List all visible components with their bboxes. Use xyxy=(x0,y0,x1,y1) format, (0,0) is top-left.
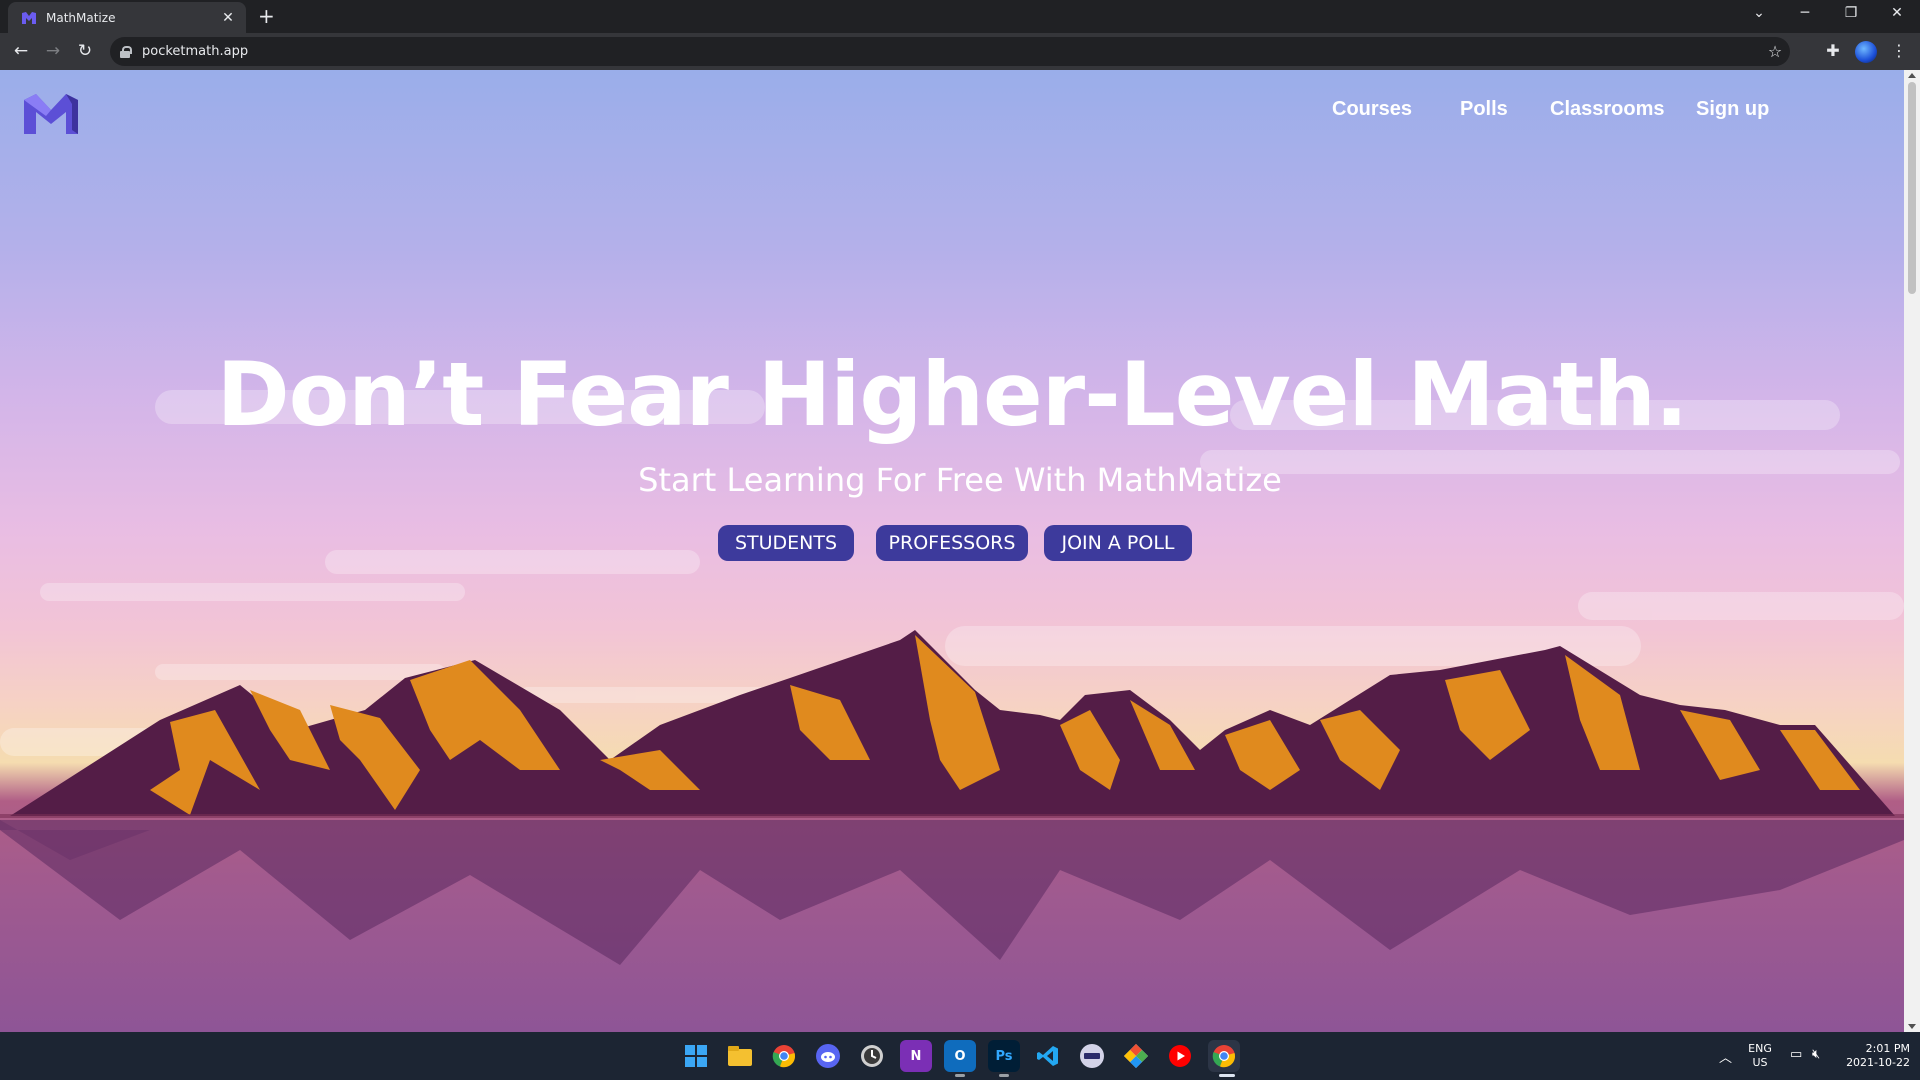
nav-courses-link[interactable]: Courses xyxy=(1332,96,1412,122)
chrome-active-indicator xyxy=(1219,1074,1235,1077)
nav-polls-link[interactable]: Polls xyxy=(1460,96,1508,122)
network-icon[interactable]: ▭ xyxy=(1790,1047,1802,1062)
system-clock[interactable]: 2:01 PM 2021-10-22 xyxy=(1840,1042,1910,1070)
vscode-icon[interactable] xyxy=(1032,1040,1064,1072)
photoshop-icon[interactable]: Ps xyxy=(988,1040,1020,1072)
students-button[interactable]: STUDENTS xyxy=(718,525,854,561)
clock-time: 2:01 PM xyxy=(1865,1042,1910,1055)
hero-title: Don’t Fear Higher-Level Math. xyxy=(216,343,1689,446)
browser-tab[interactable]: MathMatize ✕ xyxy=(8,2,246,33)
new-tab-button[interactable]: + xyxy=(258,6,275,26)
page-scrollbar[interactable] xyxy=(1904,70,1920,1032)
site-nav: Courses Polls Classrooms Sign up xyxy=(0,96,1904,126)
file-explorer-icon[interactable] xyxy=(724,1040,756,1072)
chrome-icon[interactable] xyxy=(768,1040,800,1072)
region-label: US xyxy=(1752,1056,1768,1069)
forward-icon[interactable]: → xyxy=(42,41,64,61)
start-menu-icon[interactable] xyxy=(680,1040,712,1072)
git-app-icon[interactable] xyxy=(1120,1040,1152,1072)
discord-icon[interactable] xyxy=(812,1040,844,1072)
tab-title: MathMatize xyxy=(46,10,116,25)
url-text[interactable]: pocketmath.app xyxy=(142,44,1760,59)
volume-muted-icon[interactable]: 🔇︎ xyxy=(1812,1047,1820,1062)
clock-app-icon[interactable] xyxy=(856,1040,888,1072)
tab-search-icon[interactable]: ⌄ xyxy=(1744,5,1774,21)
profile-avatar[interactable] xyxy=(1855,41,1877,63)
scroll-thumb[interactable] xyxy=(1908,82,1916,294)
extensions-icon[interactable]: ✚ xyxy=(1822,41,1844,60)
back-icon[interactable]: ← xyxy=(10,41,32,61)
browser-tab-strip: MathMatize ✕ + ⌄ ─ ❐ ✕ xyxy=(0,0,1920,33)
address-bar[interactable]: pocketmath.app ☆ xyxy=(110,37,1790,66)
scroll-up-arrow-icon[interactable] xyxy=(1908,73,1916,78)
tab-close-icon[interactable]: ✕ xyxy=(220,10,236,26)
onenote-icon[interactable]: N xyxy=(900,1040,932,1072)
page-viewport: Courses Polls Classrooms Sign up Don’t F… xyxy=(0,70,1904,1032)
minimize-icon[interactable]: ─ xyxy=(1790,5,1820,21)
close-window-icon[interactable]: ✕ xyxy=(1882,5,1912,21)
youtube-music-icon[interactable] xyxy=(1164,1040,1196,1072)
nav-classrooms-link[interactable]: Classrooms xyxy=(1550,96,1665,122)
photoshop-running-indicator xyxy=(999,1074,1009,1077)
terminal-icon[interactable] xyxy=(1076,1040,1108,1072)
language-label: ENG xyxy=(1748,1042,1772,1055)
windows-taskbar: N O Ps ︿ ENG US ▭ 🔇︎ 2:01 PM 2021-10-22 xyxy=(0,1032,1920,1080)
clock-date: 2021-10-22 xyxy=(1846,1056,1910,1069)
bookmark-star-icon[interactable]: ☆ xyxy=(1760,42,1790,61)
lock-icon[interactable] xyxy=(120,45,132,58)
outlook-icon[interactable]: O xyxy=(944,1040,976,1072)
professors-button[interactable]: PROFESSORS xyxy=(876,525,1028,561)
restore-icon[interactable]: ❐ xyxy=(1836,5,1866,21)
keyboard-language[interactable]: ENG US xyxy=(1745,1042,1775,1070)
menu-kebab-icon[interactable]: ⋮ xyxy=(1888,41,1910,60)
mathmatize-favicon-icon xyxy=(22,11,36,24)
scroll-down-arrow-icon[interactable] xyxy=(1908,1024,1916,1029)
tray-overflow-chevron-icon[interactable]: ︿ xyxy=(1719,1047,1732,1066)
outlook-running-indicator xyxy=(955,1074,965,1077)
browser-toolbar: ← → ↻ pocketmath.app ☆ ✚ ⋮ xyxy=(0,33,1920,70)
reload-icon[interactable]: ↻ xyxy=(74,41,96,61)
chrome-active-icon[interactable] xyxy=(1208,1040,1240,1072)
nav-signup-link[interactable]: Sign up xyxy=(1696,96,1769,122)
join-poll-button[interactable]: JOIN A POLL xyxy=(1044,525,1192,561)
hero-subtitle: Start Learning For Free With MathMatize xyxy=(638,461,1282,499)
